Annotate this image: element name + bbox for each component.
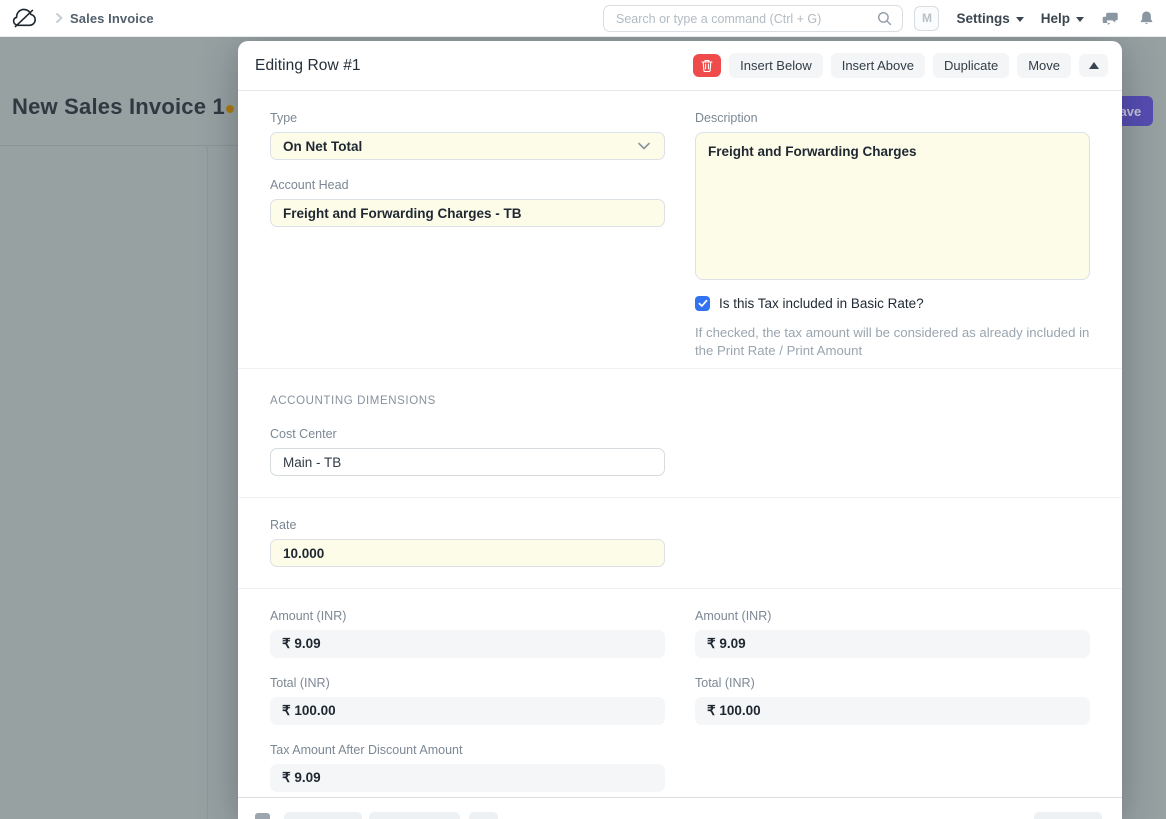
settings-label: Settings [956, 11, 1009, 26]
total-value: ₹ 100.00 [695, 697, 1090, 725]
account-head-input[interactable] [270, 199, 665, 227]
global-search[interactable] [603, 5, 903, 32]
modal-toolbar: Insert Below Insert Above Duplicate Move [693, 53, 1108, 78]
grid-footer-button[interactable] [469, 812, 498, 819]
section-main: Type On Net Total Account Head Descripti… [238, 91, 1122, 368]
select-chevron-icon [638, 142, 650, 150]
breadcrumb[interactable]: Sales Invoice [70, 0, 154, 36]
page-title: New Sales Invoice 1 [12, 94, 225, 120]
grid-footer-button[interactable] [284, 812, 362, 819]
amount-company-label: Amount (INR) [270, 609, 665, 623]
modal-header: Editing Row #1 Insert Below Insert Above… [238, 41, 1122, 91]
page-head-divider [0, 145, 238, 146]
total-company-label: Total (INR) [270, 676, 665, 690]
breadcrumb-chevron-icon [52, 11, 66, 25]
navbar-right-cluster: M Settings Help [914, 0, 1156, 36]
insert-below-button[interactable]: Insert Below [729, 53, 823, 78]
section-accounting-dimensions: ACCOUNTING DIMENSIONS Cost Center [238, 368, 1122, 497]
unsaved-indicator-dot [226, 105, 234, 113]
section-amounts: Amount (INR) ₹ 9.09 Total (INR) ₹ 100.00… [238, 588, 1122, 797]
grid-select-all-checkbox[interactable] [255, 813, 270, 819]
rate-input[interactable] [270, 539, 665, 567]
account-head-label: Account Head [270, 178, 665, 192]
description-textarea[interactable] [695, 132, 1090, 280]
accounting-dimensions-heading: ACCOUNTING DIMENSIONS [270, 395, 436, 407]
sidebar-divider [207, 145, 208, 819]
grid-footer-button[interactable] [369, 812, 460, 819]
chevron-down-icon [1076, 17, 1084, 22]
grid-footer [238, 797, 1122, 819]
trash-icon [701, 59, 713, 72]
help-menu[interactable]: Help [1041, 11, 1084, 26]
app-window: New Sales Invoice 1 Save Sales Invoice M… [0, 0, 1166, 819]
tax-included-help-text: If checked, the tax amount will be consi… [695, 324, 1091, 359]
total-company-value: ₹ 100.00 [270, 697, 665, 725]
user-avatar[interactable]: M [914, 6, 939, 31]
modal-title: Editing Row #1 [255, 57, 361, 75]
settings-menu[interactable]: Settings [956, 11, 1023, 26]
amount-value: ₹ 9.09 [695, 630, 1090, 658]
navbar: Sales Invoice M Settings Help [0, 0, 1166, 37]
cost-center-label: Cost Center [270, 427, 665, 441]
tax-included-checkbox[interactable] [695, 296, 710, 311]
section-rate: Rate [238, 497, 1122, 588]
rate-label: Rate [270, 518, 665, 532]
move-button[interactable]: Move [1017, 53, 1071, 78]
tax-included-row: Is this Tax included in Basic Rate? [695, 296, 1091, 311]
insert-above-button[interactable]: Insert Above [831, 53, 925, 78]
amount-label: Amount (INR) [695, 609, 1090, 623]
chevron-down-icon [1016, 17, 1024, 22]
grid-footer-button[interactable] [1034, 812, 1102, 819]
total-label: Total (INR) [695, 676, 1090, 690]
collapse-row-button[interactable] [1079, 54, 1108, 77]
notifications-bell-icon[interactable] [1137, 9, 1156, 28]
triangle-up-icon [1089, 62, 1099, 69]
cost-center-input[interactable] [270, 448, 665, 476]
type-selected-value: On Net Total [283, 139, 362, 154]
delete-row-button[interactable] [693, 54, 721, 77]
tax-included-label[interactable]: Is this Tax included in Basic Rate? [719, 296, 924, 311]
type-label: Type [270, 111, 665, 125]
grid-row-edit-modal: Editing Row #1 Insert Below Insert Above… [238, 41, 1122, 819]
tax-amount-after-discount-label: Tax Amount After Discount Amount [270, 743, 665, 757]
duplicate-button[interactable]: Duplicate [933, 53, 1009, 78]
tax-amount-after-discount-value: ₹ 9.09 [270, 764, 665, 792]
app-logo-icon[interactable] [12, 7, 38, 30]
chat-icon[interactable] [1101, 9, 1120, 28]
search-icon [877, 11, 892, 26]
description-label: Description [695, 111, 1091, 125]
search-input[interactable] [604, 12, 877, 26]
help-label: Help [1041, 11, 1070, 26]
amount-company-value: ₹ 9.09 [270, 630, 665, 658]
check-icon [698, 299, 708, 308]
type-select[interactable]: On Net Total [270, 132, 665, 160]
